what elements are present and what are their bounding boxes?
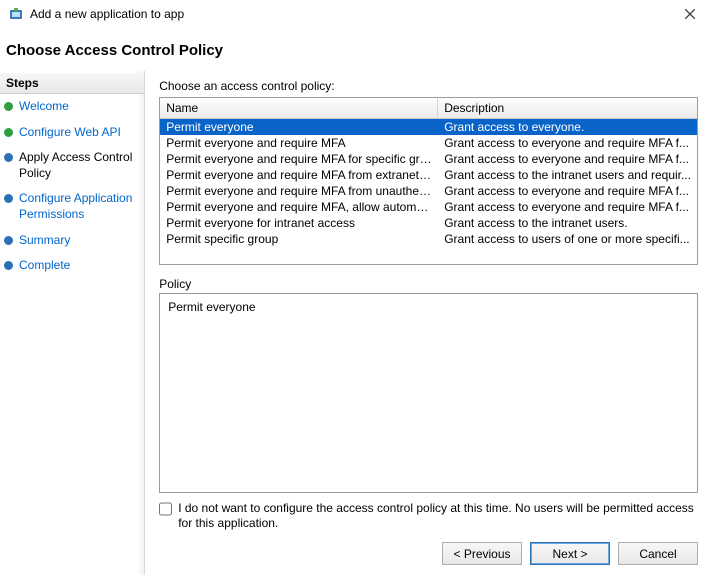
table-row[interactable]: Permit everyone and require MFA, allow a… — [160, 199, 697, 215]
table-row[interactable]: Permit specific groupGrant access to use… — [160, 231, 697, 247]
cell-name: Permit everyone and require MFA — [160, 135, 438, 151]
cell-description: Grant access to everyone and require MFA… — [438, 151, 697, 167]
step-bullet-icon — [4, 102, 13, 111]
main-panel: Choose an access control policy: Name De… — [145, 71, 710, 575]
table-row[interactable]: Permit everyone and require MFAGrant acc… — [160, 135, 697, 151]
step-label: Configure Application Permissions — [19, 191, 138, 222]
skip-config-label[interactable]: I do not want to configure the access co… — [178, 501, 698, 532]
table-row[interactable]: Permit everyone for intranet accessGrant… — [160, 215, 697, 231]
instruction-label: Choose an access control policy: — [159, 79, 698, 93]
policy-detail-box: Permit everyone — [159, 293, 698, 493]
cell-name: Permit everyone for intranet access — [160, 215, 438, 231]
step-item-2[interactable]: Apply Access Control Policy — [0, 145, 144, 186]
close-icon — [685, 9, 695, 19]
close-button[interactable] — [678, 4, 702, 24]
cancel-button[interactable]: Cancel — [618, 542, 698, 565]
step-label: Complete — [19, 258, 70, 274]
skip-config-row: I do not want to configure the access co… — [159, 501, 698, 532]
policy-section-label: Policy — [159, 277, 698, 291]
cell-description: Grant access to the intranet users. — [438, 215, 697, 231]
previous-button[interactable]: < Previous — [442, 542, 522, 565]
step-bullet-icon — [4, 194, 13, 203]
policy-table: Name Description Permit everyoneGrant ac… — [159, 97, 698, 265]
cell-name: Permit everyone and require MFA from ext… — [160, 167, 438, 183]
button-row: < Previous Next > Cancel — [159, 542, 698, 565]
next-button[interactable]: Next > — [530, 542, 610, 565]
skip-config-checkbox[interactable] — [159, 502, 172, 516]
cell-description: Grant access to users of one or more spe… — [438, 231, 697, 247]
cell-name: Permit everyone and require MFA from una… — [160, 183, 438, 199]
step-label: Apply Access Control Policy — [19, 150, 138, 181]
column-header-description[interactable]: Description — [438, 98, 697, 118]
table-row[interactable]: Permit everyone and require MFA for spec… — [160, 151, 697, 167]
cell-description: Grant access to everyone. — [438, 119, 697, 135]
step-label: Configure Web API — [19, 125, 121, 141]
cell-description: Grant access to everyone and require MFA… — [438, 183, 697, 199]
cell-description: Grant access to everyone and require MFA… — [438, 199, 697, 215]
column-header-name[interactable]: Name — [160, 98, 438, 118]
title-bar: Add a new application to app — [0, 0, 710, 28]
steps-header: Steps — [0, 73, 144, 94]
step-bullet-icon — [4, 128, 13, 137]
table-row[interactable]: Permit everyoneGrant access to everyone. — [160, 119, 697, 135]
window-title: Add a new application to app — [30, 7, 678, 21]
step-item-5[interactable]: Complete — [0, 253, 144, 279]
table-header: Name Description — [160, 98, 697, 119]
cell-description: Grant access to everyone and require MFA… — [438, 135, 697, 151]
table-row[interactable]: Permit everyone and require MFA from ext… — [160, 167, 697, 183]
step-bullet-icon — [4, 261, 13, 270]
app-icon — [8, 6, 24, 22]
step-item-1[interactable]: Configure Web API — [0, 120, 144, 146]
cell-name: Permit specific group — [160, 231, 438, 247]
step-item-4[interactable]: Summary — [0, 228, 144, 254]
cell-name: Permit everyone and require MFA, allow a… — [160, 199, 438, 215]
step-bullet-icon — [4, 236, 13, 245]
step-item-0[interactable]: Welcome — [0, 94, 144, 120]
step-label: Welcome — [19, 99, 69, 115]
page-title: Choose Access Control Policy — [0, 28, 710, 71]
step-bullet-icon — [4, 153, 13, 162]
table-row[interactable]: Permit everyone and require MFA from una… — [160, 183, 697, 199]
policy-detail-text: Permit everyone — [168, 300, 255, 314]
steps-sidebar: Steps Welcome Configure Web API Apply Acce… — [0, 71, 145, 575]
cell-name: Permit everyone — [160, 119, 438, 135]
cell-name: Permit everyone and require MFA for spec… — [160, 151, 438, 167]
cell-description: Grant access to the intranet users and r… — [438, 167, 697, 183]
step-item-3[interactable]: Configure Application Permissions — [0, 186, 144, 227]
step-label: Summary — [19, 233, 70, 249]
